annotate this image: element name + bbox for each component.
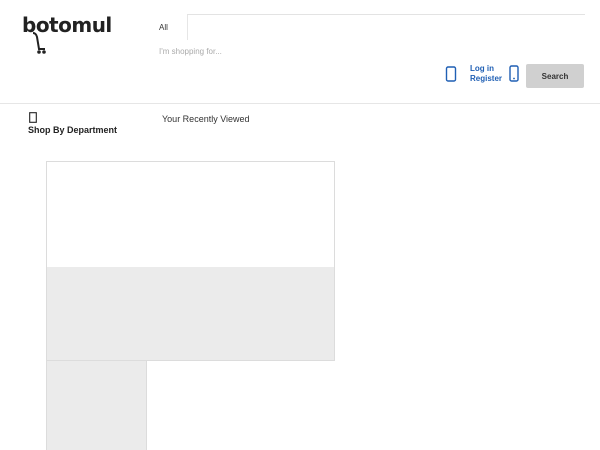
shop-by-department[interactable]: Shop By Department [28,125,117,135]
panel-bottom-placeholder [47,267,334,360]
login-link[interactable]: Log in [470,64,502,74]
phone-icon[interactable] [509,65,520,82]
search-divider [187,14,585,15]
menu-icon[interactable] [29,112,37,123]
category-select-label: All [159,23,168,32]
promo-panel [46,161,335,361]
register-link[interactable]: Register [470,74,502,84]
account-links: Log in Register [470,64,502,84]
recently-viewed-link[interactable]: Your Recently Viewed [162,114,250,124]
user-icon[interactable] [445,66,457,82]
logo-text: botomul [22,13,112,37]
search-input[interactable] [155,42,583,60]
panel-top-placeholder [47,162,334,268]
search-button[interactable]: Search [526,64,584,88]
header-divider [0,103,600,104]
product-thumb-placeholder [46,361,147,450]
